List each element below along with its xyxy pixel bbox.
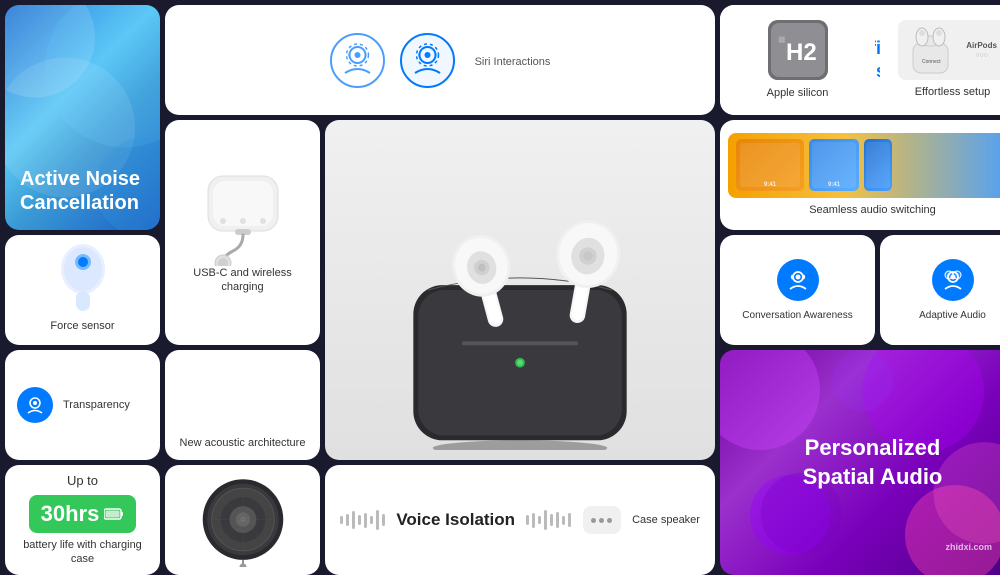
siri-icon-2 — [400, 33, 455, 88]
conversation-icon — [777, 259, 819, 301]
anc-title: Active Noise Cancellation — [20, 167, 145, 215]
acoustic-card: New acoustic architecture — [165, 350, 320, 460]
effortless-label: Effortless setup — [915, 85, 991, 99]
spatial-text: Personalized Spatial Audio — [783, 414, 963, 511]
seamless-devices-img: 9:41 9:41 — [728, 133, 1000, 198]
battery-desc: battery life with charging case — [13, 538, 152, 567]
battery-upto: Up to — [67, 473, 98, 490]
dots-icon — [583, 506, 621, 534]
siri-icon-2-container — [400, 33, 455, 88]
force-card: Force sensor — [5, 235, 160, 345]
usbc-card: USB-C and wireless charging — [165, 120, 320, 345]
battery-hours: 30hrs — [41, 501, 100, 527]
effortless-card: Connect AirPods ○○○ Effortless setup — [880, 5, 1000, 115]
voice-isolation-label: Voice Isolation — [396, 510, 515, 530]
seamless-label: Seamless audio switching — [809, 203, 936, 217]
transparency-card: Transparency — [5, 350, 160, 460]
iphone-device — [864, 139, 892, 191]
adaptive-icon — [932, 259, 974, 301]
battery-badge: 30hrs — [29, 495, 137, 533]
seamless-card: 9:41 9:41 Seamless audio switching — [720, 120, 1000, 230]
battery-card: Up to 30hrs battery life with charging c… — [5, 465, 160, 575]
airpods-visual — [335, 130, 705, 450]
conversation-card: Conversation Awareness — [720, 235, 875, 345]
svg-text:H2: H2 — [786, 39, 817, 66]
siri-card: Siri Interactions — [165, 5, 715, 115]
usbc-label: USB-C and wireless charging — [173, 266, 312, 295]
acoustic-img-card — [165, 465, 320, 575]
effortless-img: Connect AirPods ○○○ — [898, 20, 1000, 80]
force-label: Force sensor — [50, 319, 114, 333]
silicon-card: ◼ H2 Apple silicon — [720, 5, 875, 115]
waveform-left — [340, 510, 385, 530]
waveform-right — [526, 510, 571, 530]
h2-chip: ◼ H2 — [768, 20, 828, 80]
svg-text:Connect: Connect — [922, 59, 941, 65]
siri-icon-1 — [330, 33, 385, 88]
adaptive-card: Adaptive Audio — [880, 235, 1000, 345]
silicon-label: Apple silicon — [767, 86, 829, 100]
transparency-label: Transparency — [63, 398, 130, 412]
adaptive-label: Adaptive Audio — [919, 309, 986, 322]
siri-icons — [330, 33, 455, 88]
voice-isolation-card: Voice Isolation Case speaker — [325, 465, 715, 575]
transparency-icon — [17, 387, 53, 423]
siri-label: Siri Interactions — [475, 56, 551, 68]
main-airpods-card — [325, 120, 715, 460]
svg-text:◼: ◼ — [778, 34, 785, 44]
acoustic-label: New acoustic architecture — [180, 436, 306, 450]
case-speaker-label: Case speaker — [632, 513, 700, 527]
macbook-device: 9:41 — [736, 139, 804, 191]
watermark: zhidxi.com — [945, 542, 992, 552]
anc-card: Active Noise Cancellation — [5, 5, 160, 230]
main-grid: Active Noise Cancellation — [0, 0, 1000, 560]
force-img — [43, 235, 123, 319]
conversation-label: Conversation Awareness — [742, 309, 852, 322]
ipad-device: 9:41 — [809, 139, 859, 191]
siri-icon-1-container — [330, 33, 385, 88]
